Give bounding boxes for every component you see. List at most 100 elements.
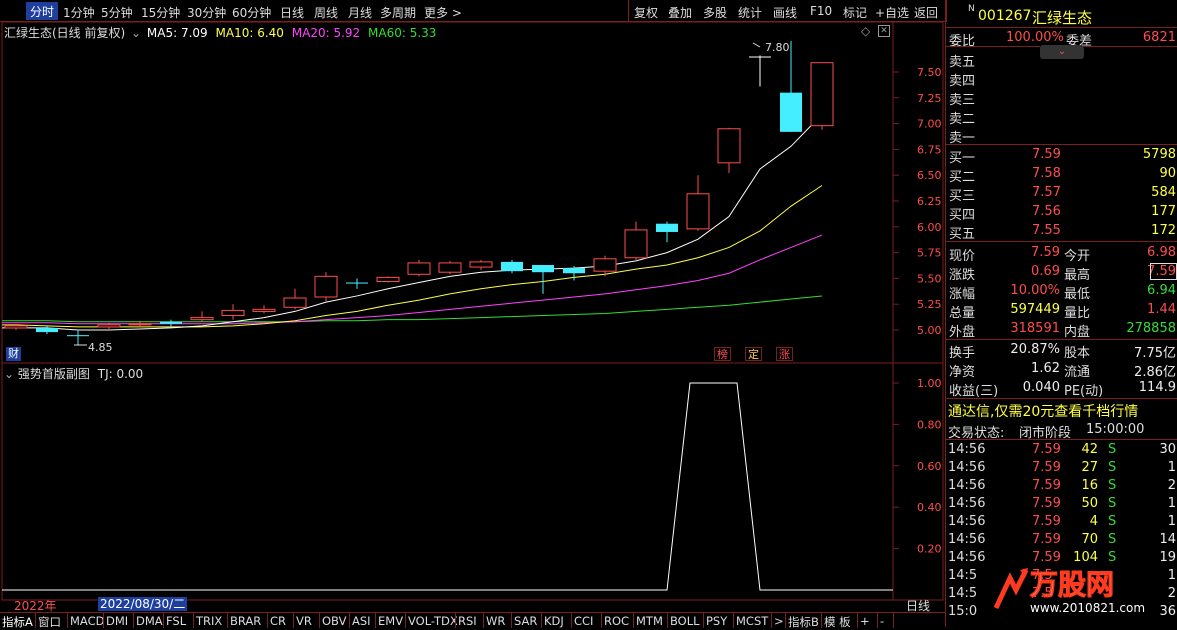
- candle[interactable]: [252, 305, 276, 314]
- indicator-tab-18[interactable]: CCI: [574, 614, 593, 628]
- stat-label: PE(动): [1064, 384, 1104, 399]
- chart-area[interactable]: 7.50 7.25 7.00 6.75 6.50 6.25 6.00 5.75 5.50 5.25…: [0, 22, 945, 612]
- buy-level-4[interactable]: 买四 7.56 177: [946, 203, 1177, 223]
- candle[interactable]: [190, 311, 214, 322]
- finance-tag[interactable]: 财: [6, 347, 21, 361]
- tick-count: 19: [1159, 550, 1176, 565]
- candle[interactable]: [67, 330, 89, 346]
- action-3[interactable]: 统计: [738, 4, 762, 21]
- close-icon[interactable]: ✕: [878, 25, 890, 37]
- period-1[interactable]: 1分钟: [63, 4, 95, 21]
- indicator-tab-13[interactable]: VOL-TDX: [408, 614, 458, 628]
- candle[interactable]: [717, 127, 741, 174]
- candle[interactable]: [624, 221, 648, 260]
- period-7[interactable]: 周线: [314, 4, 338, 21]
- action-8[interactable]: 返回: [914, 4, 938, 21]
- indicator-tab-17[interactable]: KDJ: [544, 614, 564, 628]
- candle[interactable]: [532, 264, 554, 294]
- promo-row[interactable]: 通达信,仅需20元查看千档行情: [946, 400, 1177, 420]
- indicator-tab-5[interactable]: FSL: [166, 614, 186, 628]
- sell-level-3[interactable]: 卖三: [946, 88, 1177, 108]
- candle[interactable]: [283, 288, 307, 310]
- action-2[interactable]: 多股: [703, 4, 727, 21]
- candle[interactable]: [656, 221, 678, 243]
- indicator-tab-28[interactable]: -: [880, 614, 884, 628]
- indicator-tab-19[interactable]: ROC: [604, 614, 629, 628]
- indicator-tab-23[interactable]: MCST: [736, 614, 768, 628]
- action-4[interactable]: 画线: [773, 4, 797, 21]
- buy-level-1[interactable]: 买一 7.59 5798: [946, 146, 1177, 166]
- period-10[interactable]: 更多 >: [424, 4, 462, 21]
- candle[interactable]: [749, 55, 771, 87]
- indicator-tab-7[interactable]: BRAR: [230, 614, 261, 628]
- candle[interactable]: [314, 272, 338, 302]
- indicator-tab-25[interactable]: 指标B: [788, 614, 819, 629]
- rank-tag[interactable]: 榜: [714, 347, 731, 361]
- indicator-tab-12[interactable]: EMV: [378, 614, 403, 628]
- indicator-tab-16[interactable]: SAR: [514, 614, 537, 628]
- sub-collapse-icon[interactable]: ⌄: [4, 367, 14, 381]
- candle[interactable]: [407, 259, 431, 277]
- ma-collapse-icon[interactable]: ⌄: [131, 26, 141, 40]
- indicator-tab-9[interactable]: VR: [296, 614, 312, 628]
- indicator-tab-8[interactable]: CR: [270, 614, 286, 628]
- candle[interactable]: [780, 41, 802, 132]
- high-price-label: 7.80: [765, 41, 790, 54]
- candle[interactable]: [36, 325, 58, 335]
- sell-level-5[interactable]: 卖五: [946, 50, 1177, 70]
- indicator-tab-22[interactable]: PSY: [706, 614, 727, 628]
- tick-volume: 50: [1081, 496, 1098, 511]
- indicator-tab-6[interactable]: TRIX: [196, 614, 222, 628]
- candle[interactable]: [376, 276, 400, 283]
- indicator-tab-0[interactable]: 指标A: [2, 614, 33, 629]
- diamond-icon[interactable]: ◇: [861, 24, 870, 38]
- candle[interactable]: [686, 175, 710, 231]
- indicator-tab-26[interactable]: 模 板: [824, 614, 851, 629]
- indicator-tab-2[interactable]: MACD: [70, 614, 104, 628]
- period-9[interactable]: 多周期: [380, 4, 416, 21]
- buy-level-2[interactable]: 买二 7.58 90: [946, 165, 1177, 185]
- candle[interactable]: [810, 62, 834, 130]
- indicator-tab-3[interactable]: DMI: [106, 614, 128, 628]
- candle[interactable]: [221, 304, 245, 320]
- candle[interactable]: [438, 260, 462, 275]
- buy-level-5[interactable]: 买五 7.55 172: [946, 222, 1177, 242]
- sell-level-1[interactable]: 卖一: [946, 126, 1177, 146]
- action-6[interactable]: 标记: [843, 4, 867, 21]
- indicator-tab-20[interactable]: MTM: [636, 614, 663, 628]
- indicator-tab-27[interactable]: +: [860, 614, 870, 628]
- indicator-tab-24[interactable]: >: [774, 614, 784, 628]
- action-0[interactable]: 复权: [634, 4, 658, 21]
- period-3[interactable]: 15分钟: [141, 4, 180, 21]
- period-6[interactable]: 日线: [280, 4, 304, 21]
- period-5[interactable]: 60分钟: [232, 4, 271, 21]
- indicator-tab-15[interactable]: WR: [486, 614, 505, 628]
- tick-side: S: [1108, 550, 1117, 565]
- fix-tag[interactable]: 定: [745, 347, 762, 361]
- buy-label: 买五: [949, 227, 976, 242]
- period-4[interactable]: 30分钟: [187, 4, 226, 21]
- action-7[interactable]: +自选: [875, 4, 909, 21]
- candle[interactable]: [160, 319, 182, 327]
- period-2[interactable]: 5分钟: [101, 4, 133, 21]
- indicator-tab-4[interactable]: DMA: [136, 614, 163, 628]
- buy-level-3[interactable]: 买三 7.57 584: [946, 184, 1177, 204]
- indicator-tab-11[interactable]: ASI: [352, 614, 371, 628]
- indicator-tab-1[interactable]: 窗口: [38, 614, 61, 629]
- candle[interactable]: [469, 259, 493, 271]
- indicator-tab-10[interactable]: OBV: [322, 614, 346, 628]
- sell-level-4[interactable]: 卖四: [946, 69, 1177, 89]
- sell-level-2[interactable]: 卖二: [946, 107, 1177, 127]
- indicator-tab-14[interactable]: RSI: [458, 614, 477, 628]
- action-5[interactable]: F10: [810, 4, 832, 18]
- action-1[interactable]: 叠加: [668, 4, 692, 21]
- promo-text[interactable]: 通达信,仅需20元查看千档行情: [948, 401, 1138, 421]
- limit-up-tag[interactable]: 涨: [776, 347, 793, 361]
- candle[interactable]: [346, 278, 368, 289]
- period-0[interactable]: 分时: [26, 2, 59, 20]
- period-8[interactable]: 月线: [348, 4, 372, 21]
- stat-value: 318591: [1010, 321, 1060, 336]
- indicator-tab-21[interactable]: BOLL: [670, 614, 700, 628]
- stat-label: 最高: [1064, 268, 1091, 283]
- candle[interactable]: [501, 259, 523, 274]
